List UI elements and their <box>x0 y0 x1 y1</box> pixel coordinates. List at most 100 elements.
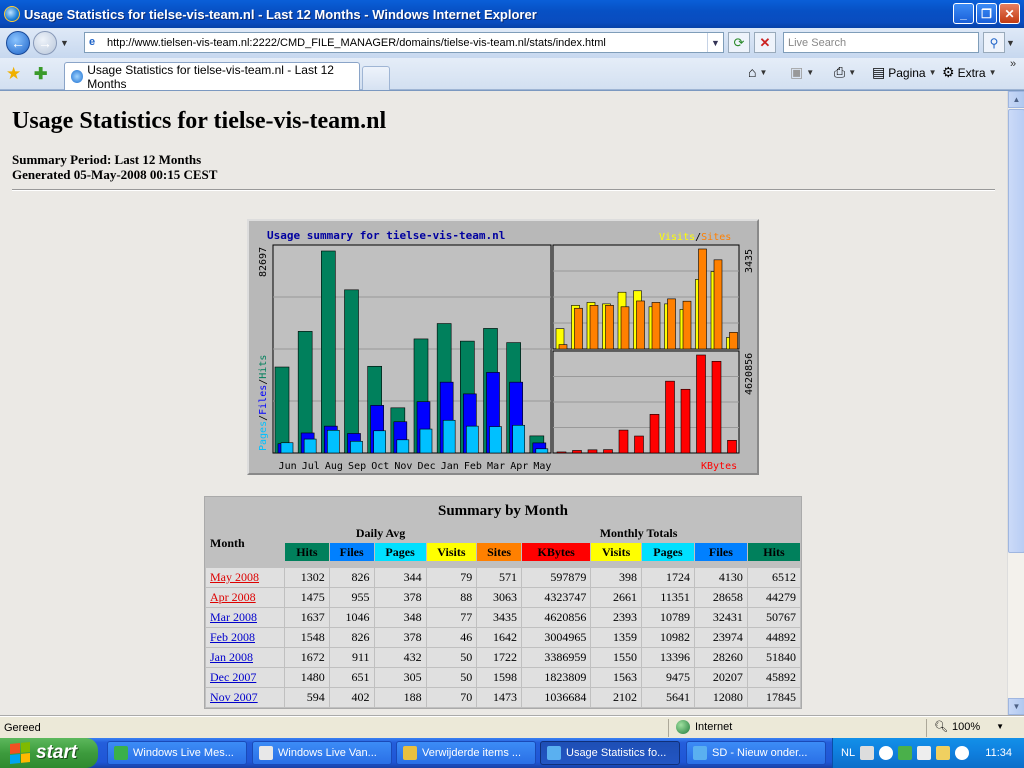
expand-tray-icon[interactable] <box>879 746 894 760</box>
cell-visits: 1359 <box>591 628 641 647</box>
cell-hits: 44892 <box>747 628 800 647</box>
cell-d-hits: 1475 <box>284 588 329 607</box>
cell-visits: 2102 <box>591 688 641 707</box>
scroll-up-icon[interactable]: ▲ <box>1008 91 1024 108</box>
month-link[interactable]: May 2008 <box>210 570 259 584</box>
usage-summary-chart: Usage summary for tielse-vis-team.nl Jun J… <box>247 219 759 475</box>
maximize-button[interactable]: ❐ <box>976 3 997 24</box>
bar-kbytes <box>727 440 737 454</box>
search-input[interactable]: Live Search <box>783 32 979 53</box>
month-link[interactable]: Apr 2008 <box>210 590 256 604</box>
address-bar[interactable]: e http://www.tielsen-vis-team.nl:2222/CM… <box>84 32 724 53</box>
tools-menu-button[interactable]: ⚙ Extra ▼ <box>942 64 997 81</box>
search-button[interactable]: ⚲ <box>983 32 1005 53</box>
legend-part: Visits <box>659 232 695 243</box>
clock: 11:34 <box>985 747 1012 759</box>
taskbar-button[interactable]: SD - Nieuw onder... <box>686 741 826 765</box>
cell-d-visits: 50 <box>426 648 477 667</box>
month-link[interactable]: Jan 2008 <box>210 650 253 664</box>
month-cell: Dec 2007 <box>206 668 284 687</box>
left-ymax-label: 82697 <box>258 247 269 277</box>
generated-date: Generated 05-May-2008 00:15 CEST <box>12 167 218 182</box>
cell-visits: 1550 <box>591 648 641 667</box>
right-top-legend: Visits/Sites <box>659 232 731 243</box>
header-divider <box>12 189 995 191</box>
favorites-star-icon[interactable]: ★ <box>6 64 21 84</box>
print-button[interactable]: ⎙ ▼ <box>834 64 856 81</box>
legend-part: Sites <box>701 232 731 243</box>
bar-sites <box>574 307 583 350</box>
security-zone[interactable]: Internet <box>676 720 732 734</box>
cell-hits: 44279 <box>747 588 800 607</box>
back-button[interactable]: ← <box>6 31 30 55</box>
bar-sites <box>636 300 645 350</box>
feeds-button[interactable]: ▣ ▼ <box>790 64 814 81</box>
taskbar-app-icon <box>403 746 417 760</box>
address-url[interactable]: http://www.tielsen-vis-team.nl:2222/CMD_… <box>107 37 707 49</box>
page-menu-button[interactable]: ▤ Pagina ▼ <box>872 64 937 81</box>
forward-button[interactable]: → <box>33 31 57 55</box>
cell-files: 12080 <box>694 688 747 707</box>
ylabel-part: Files <box>258 385 269 415</box>
x-tick-label: Nov <box>394 461 412 472</box>
history-dropdown-icon[interactable]: ▼ <box>60 38 69 48</box>
status-bar: Gereed Internet 🔍︎ 100% ▼ <box>0 716 1024 738</box>
taskbar-button[interactable]: Windows Live Van... <box>252 741 392 765</box>
cell-d-hits: 1672 <box>284 648 329 667</box>
windows-flag-icon <box>10 741 30 765</box>
tab-usage-statistics[interactable]: Usage Statistics for tielse-vis-team.nl … <box>64 62 360 91</box>
bar-pages <box>489 426 502 454</box>
month-link[interactable]: Mar 2008 <box>210 610 257 624</box>
bar-pages <box>303 438 317 454</box>
month-cell: Apr 2008 <box>206 588 284 607</box>
cell-d-hits: 1302 <box>284 568 329 587</box>
cell-d-pages: 432 <box>374 648 426 667</box>
tray-app-icon[interactable] <box>936 746 951 760</box>
bar-kbytes <box>556 451 567 454</box>
bar-sites <box>558 344 568 350</box>
address-dropdown-icon[interactable]: ▼ <box>707 33 723 52</box>
vertical-scrollbar[interactable]: ▲ ▼ <box>1007 91 1024 715</box>
search-dropdown-icon[interactable]: ▼ <box>1006 38 1015 48</box>
messenger-icon[interactable] <box>898 746 913 760</box>
scroll-thumb[interactable] <box>1008 109 1024 553</box>
refresh-button[interactable]: ⟳ <box>728 32 750 53</box>
taskbar-app-icon <box>547 746 561 760</box>
month-link[interactable]: Feb 2008 <box>210 630 255 644</box>
scroll-down-icon[interactable]: ▼ <box>1008 698 1024 715</box>
start-button[interactable]: start <box>0 738 98 768</box>
new-tab-button[interactable] <box>362 66 390 90</box>
totals-col-header: Pages <box>641 543 694 561</box>
minimize-button[interactable]: _ <box>953 3 974 24</box>
zoom-dropdown-icon[interactable]: ▼ <box>996 722 1004 731</box>
cell-d-visits: 88 <box>426 588 477 607</box>
month-link[interactable]: Nov 2007 <box>210 690 258 704</box>
bar-pages <box>535 448 549 454</box>
volume-icon[interactable] <box>955 746 970 760</box>
home-button[interactable]: ⌂ ▼ <box>748 64 767 80</box>
stop-button[interactable]: ✕ <box>754 32 776 53</box>
keyboard-icon[interactable] <box>860 746 875 760</box>
zoom-label: 100% <box>951 720 981 733</box>
bar-hits <box>344 289 359 454</box>
zoom-control[interactable]: 🔍︎ 100% ▼ <box>934 720 1004 734</box>
cell-d-files: 826 <box>329 628 374 647</box>
taskbar-button[interactable]: Windows Live Mes... <box>107 741 247 765</box>
table-row: Feb 2008 1548 826 378 46 1642 3004965 1359 10982… <box>206 628 800 647</box>
close-button[interactable]: ✕ <box>999 3 1020 24</box>
month-link[interactable]: Dec 2007 <box>210 670 256 684</box>
bar-pages <box>512 424 525 454</box>
taskbar-button-label: SD - Nieuw onder... <box>712 747 808 759</box>
kbytes-label: KBytes <box>701 461 737 472</box>
cell-files: 28260 <box>694 648 747 667</box>
bar-kbytes <box>665 380 675 454</box>
toolbar-overflow-icon[interactable]: » <box>1010 58 1016 70</box>
bar-kbytes <box>680 388 691 454</box>
cell-visits: 2661 <box>591 588 641 607</box>
add-favorites-icon[interactable]: ✚ <box>34 64 47 84</box>
language-indicator[interactable]: NL <box>841 747 855 759</box>
taskbar-button[interactable]: Usage Statistics fo... <box>540 741 680 765</box>
cell-d-files: 826 <box>329 568 374 587</box>
taskbar-button[interactable]: Verwijderde items ... <box>396 741 536 765</box>
network-icon[interactable] <box>917 746 932 760</box>
